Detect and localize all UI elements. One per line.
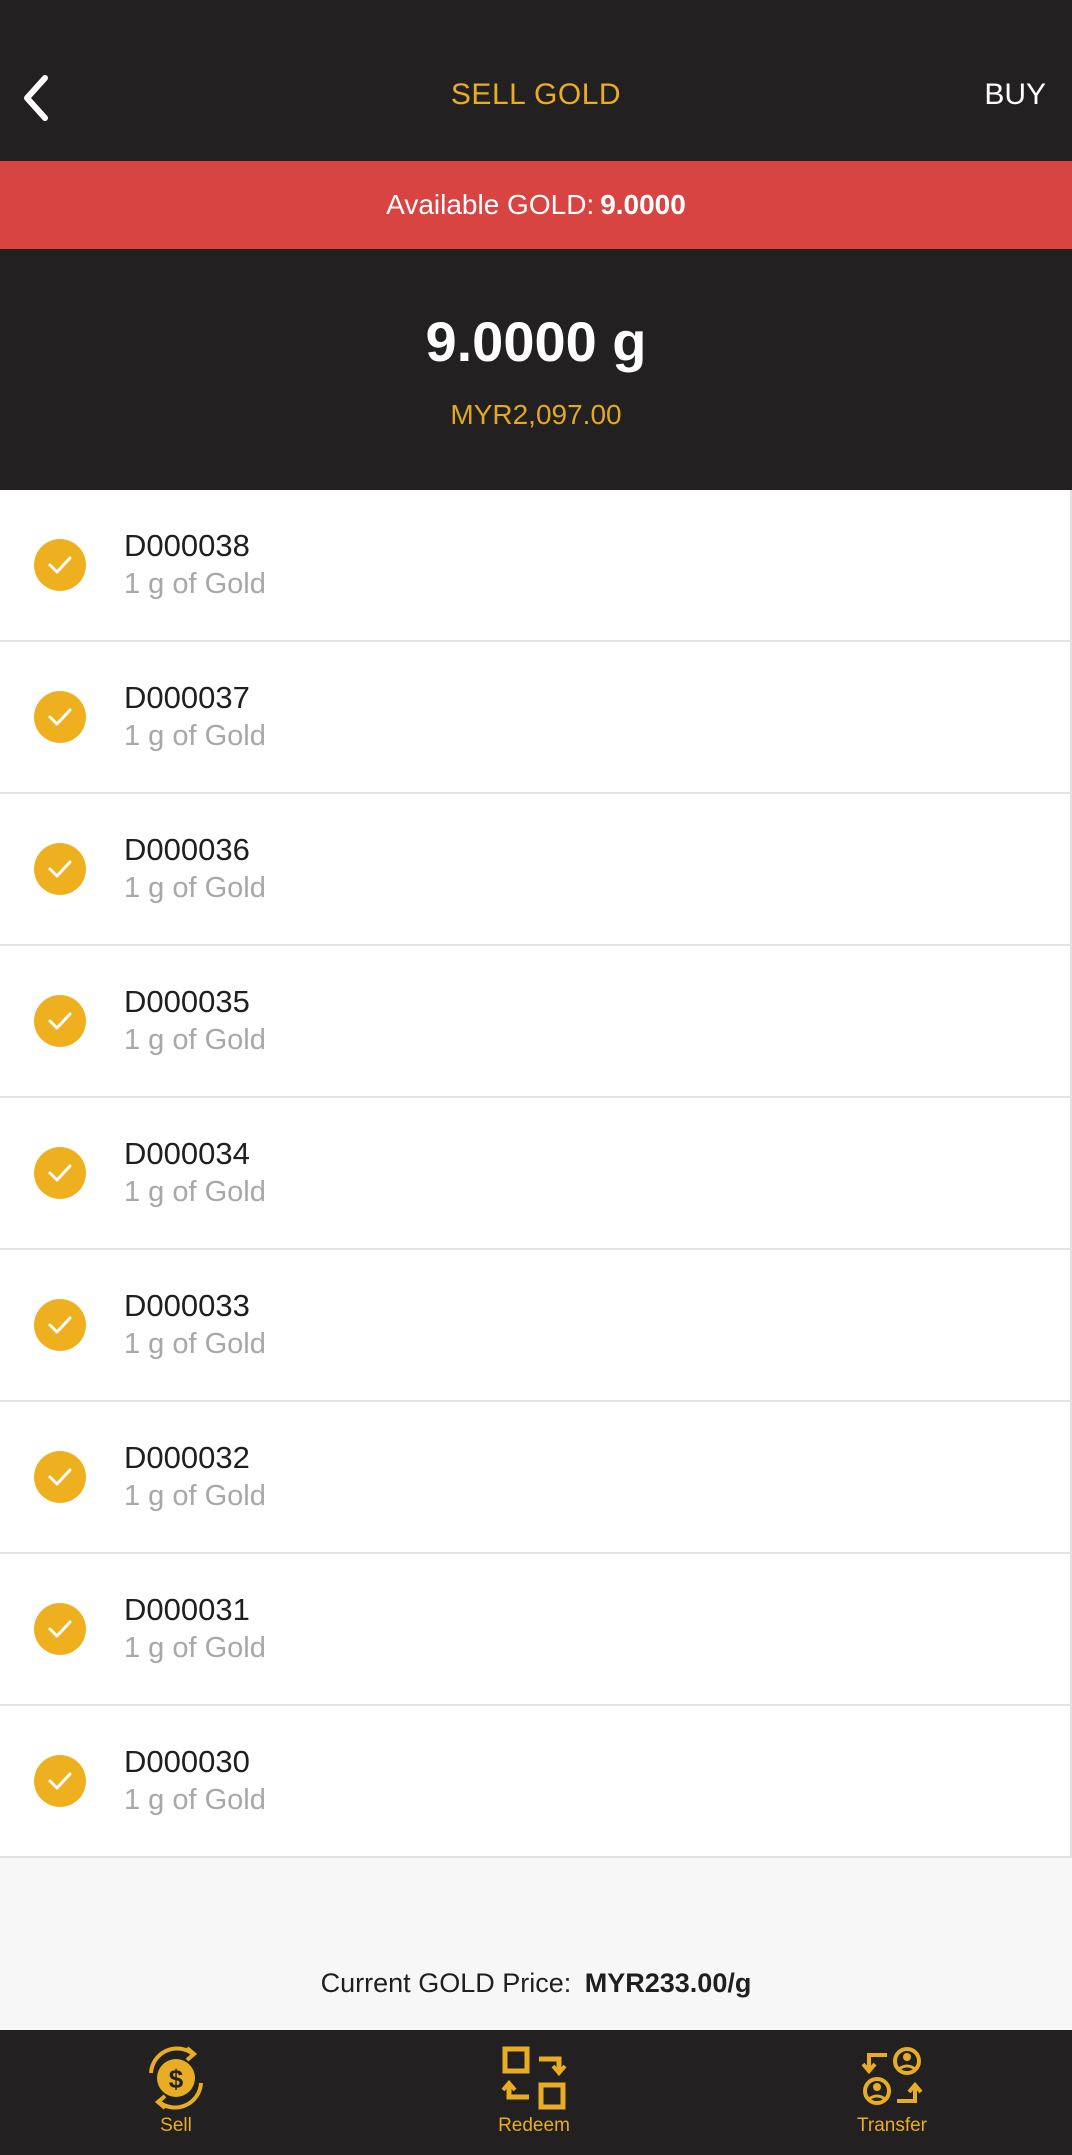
item-code: D000036: [124, 832, 250, 867]
list-item[interactable]: D000038 1 g of Gold: [0, 490, 1070, 642]
nav-transfer-label: Transfer: [856, 2115, 928, 2136]
bottom-nav: $ Sell Redeem Transfer: [0, 2030, 1072, 2155]
nav-redeem-label: Redeem: [498, 2115, 570, 2136]
list-item[interactable]: D000033 1 g of Gold: [0, 1250, 1070, 1402]
page-title: SELL GOLD: [450, 78, 622, 111]
balance-summary: 9.0000 g MYR2,097.00: [0, 249, 1072, 490]
item-code: D000035: [124, 984, 250, 1019]
list-item[interactable]: D000030 1 g of Gold: [0, 1706, 1070, 1858]
item-description: 1 g of Gold: [124, 1480, 266, 1512]
item-code: D000034: [124, 1136, 250, 1171]
item-code: D000030: [124, 1744, 250, 1779]
item-description: 1 g of Gold: [124, 872, 266, 904]
list-item[interactable]: D000034 1 g of Gold: [0, 1098, 1070, 1250]
gold-grams: 9.0000 g: [425, 310, 647, 373]
item-code: D000033: [124, 1288, 250, 1323]
gold-item-list: D000038 1 g of Gold D000037 1 g of Gold D000…: [0, 490, 1072, 1858]
exchange-squares-icon: [501, 2046, 567, 2110]
item-description: 1 g of Gold: [124, 1784, 266, 1816]
list-item[interactable]: D000035 1 g of Gold: [0, 946, 1070, 1098]
nav-sell-label: Sell: [160, 2115, 192, 2136]
buy-button[interactable]: BUY: [984, 78, 1046, 112]
item-description: 1 g of Gold: [124, 1176, 266, 1208]
item-code: D000032: [124, 1440, 250, 1475]
nav-transfer[interactable]: Transfer: [792, 2045, 992, 2137]
check-circle-icon[interactable]: [34, 1755, 86, 1807]
item-code: D000037: [124, 680, 250, 715]
nav-sell[interactable]: $ Sell: [76, 2045, 276, 2137]
price-label: Current GOLD Price:: [320, 1968, 572, 1998]
item-description: 1 g of Gold: [124, 1024, 266, 1056]
list-item[interactable]: D000031 1 g of Gold: [0, 1554, 1070, 1706]
item-code: D000031: [124, 1592, 250, 1627]
check-circle-icon[interactable]: [34, 1147, 86, 1199]
price-value: MYR233.00/g: [584, 1968, 752, 1998]
list-item[interactable]: D000037 1 g of Gold: [0, 642, 1070, 794]
item-description: 1 g of Gold: [124, 1632, 266, 1664]
item-description: 1 g of Gold: [124, 568, 266, 600]
check-circle-icon[interactable]: [34, 691, 86, 743]
svg-text:$: $: [169, 2064, 184, 2094]
item-description: 1 g of Gold: [124, 720, 266, 752]
available-gold-banner: Available GOLD: 9.0000: [0, 161, 1072, 249]
top-bar: SELL GOLD BUY: [0, 0, 1072, 161]
check-circle-icon[interactable]: [34, 1603, 86, 1655]
available-gold-value: 9.0000: [600, 189, 686, 220]
check-circle-icon[interactable]: [34, 995, 86, 1047]
check-circle-icon[interactable]: [34, 539, 86, 591]
available-gold-label: Available GOLD:: [386, 189, 595, 220]
item-description: 1 g of Gold: [124, 1328, 266, 1360]
user-transfer-icon: [861, 2047, 923, 2105]
list-item[interactable]: D000032 1 g of Gold: [0, 1402, 1070, 1554]
check-circle-icon[interactable]: [34, 843, 86, 895]
nav-redeem[interactable]: Redeem: [434, 2045, 634, 2137]
check-circle-icon[interactable]: [34, 1451, 86, 1503]
current-gold-price: Current GOLD Price: MYR233.00/g: [0, 1968, 1072, 1999]
list-item[interactable]: D000036 1 g of Gold: [0, 794, 1070, 946]
item-code: D000038: [124, 528, 250, 563]
check-circle-icon[interactable]: [34, 1299, 86, 1351]
dollar-coin-cycle-icon: $: [149, 2046, 203, 2110]
gold-value-myr: MYR2,097.00: [450, 399, 622, 430]
